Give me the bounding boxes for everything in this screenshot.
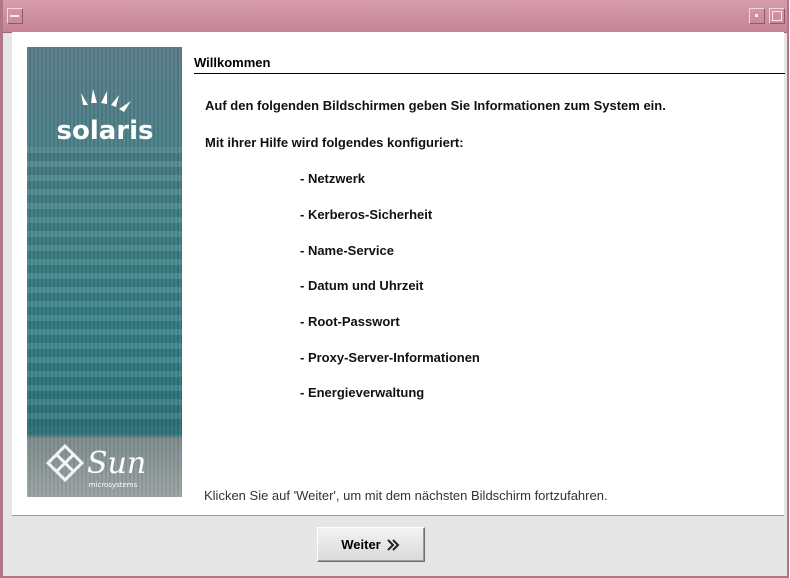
solaris-logo-text: solaris	[56, 116, 153, 146]
list-item-proxy-server: - Proxy-Server-Informationen	[300, 350, 480, 365]
double-chevron-right-icon	[387, 538, 400, 551]
sun-microsystems-logo: Sun microsystems	[45, 443, 146, 489]
maximize-icon	[772, 11, 782, 21]
button-bar: Weiter	[12, 515, 784, 576]
list-item-netzwerk: - Netzwerk	[300, 171, 366, 186]
main-content: solaris Sun microsystems Willkommen Auf …	[12, 32, 785, 515]
configured-label: Mit ihrer Hilfe wird folgendes konfiguri…	[205, 135, 464, 150]
next-button-label: Weiter	[341, 537, 381, 552]
list-item-datum-uhrzeit: - Datum und Uhrzeit	[300, 278, 424, 293]
minimize-icon	[755, 14, 758, 17]
page-title: Willkommen	[194, 55, 271, 70]
window-menu-button[interactable]	[7, 8, 23, 24]
sun-logo-text: Sun	[87, 446, 146, 481]
maximize-button[interactable]	[769, 8, 785, 24]
sun-logo-subtext: microsystems	[89, 481, 138, 489]
intro-text: Auf den folgenden Bildschirmen geben Sie…	[205, 98, 666, 113]
sidebar-pattern	[27, 147, 182, 427]
list-item-energieverwaltung: - Energieverwaltung	[300, 385, 425, 400]
menu-icon	[10, 15, 19, 17]
list-item-kerberos: - Kerberos-Sicherheit	[300, 207, 433, 222]
list-item-name-service: - Name-Service	[300, 243, 394, 258]
footer-hint: Klicken Sie auf 'Weiter', um mit dem näc…	[204, 488, 608, 503]
branding-sidebar: solaris Sun microsystems	[27, 47, 182, 497]
solaris-logo: solaris	[56, 89, 154, 146]
minimize-button[interactable]	[749, 8, 765, 24]
title-bar[interactable]	[3, 0, 787, 33]
next-button[interactable]: Weiter	[317, 527, 425, 562]
title-divider	[194, 73, 785, 74]
list-item-root-passwort: - Root-Passwort	[300, 314, 400, 329]
